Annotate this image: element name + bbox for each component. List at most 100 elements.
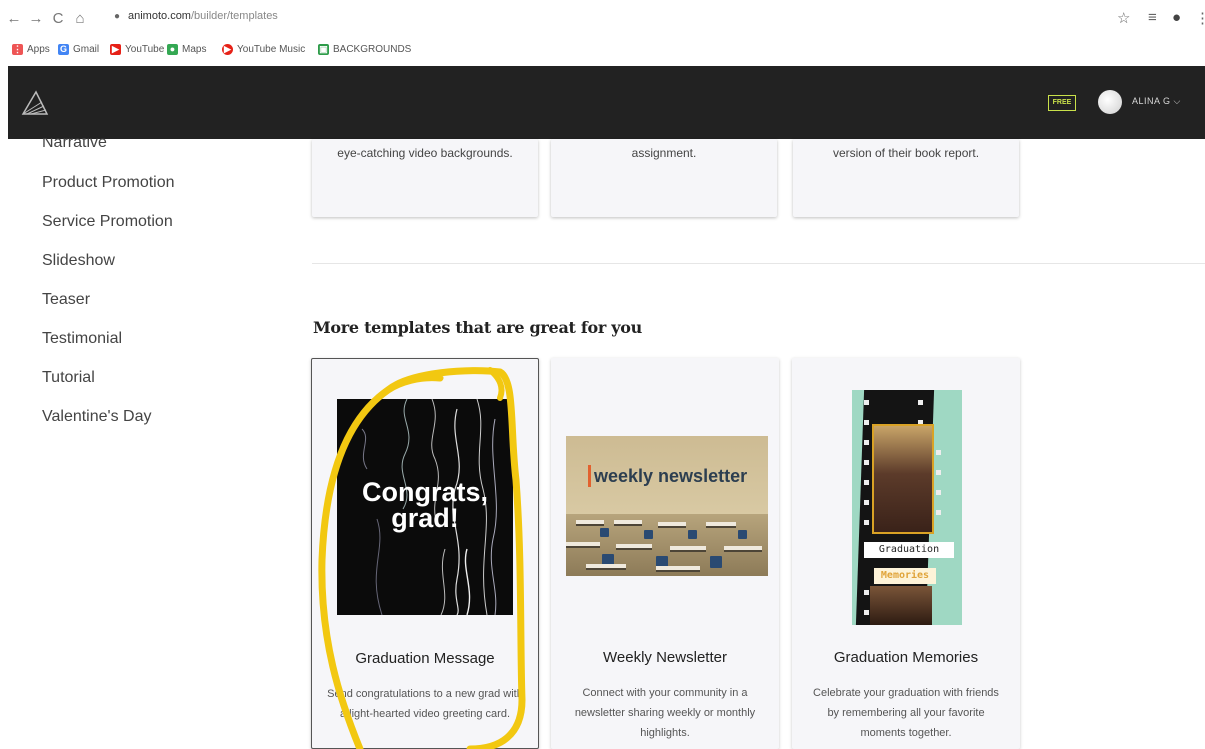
- maps-pin-icon: ●: [167, 44, 178, 55]
- menu-dots-icon[interactable]: ⋮: [1195, 9, 1205, 27]
- desk: [586, 564, 626, 570]
- bookmark-label: YouTube Music: [237, 44, 306, 55]
- bookmark-label: Apps: [27, 44, 50, 55]
- desk: [614, 520, 642, 526]
- desk: [706, 522, 736, 528]
- graduate-photo: [870, 586, 932, 625]
- sprocket: [864, 440, 869, 445]
- chair: [738, 530, 747, 539]
- back-arrow-icon[interactable]: ←: [4, 9, 24, 29]
- bookmark-gmail[interactable]: G Gmail: [58, 44, 99, 55]
- chevron-down-icon: ⌵: [1173, 96, 1181, 106]
- sprocket: [864, 590, 869, 595]
- youtube-music-icon: ▶: [222, 44, 233, 55]
- desk: [724, 546, 762, 552]
- desk: [670, 546, 706, 552]
- template-description: Send congratulations to a new grad with …: [327, 688, 523, 720]
- desk: [616, 544, 652, 550]
- bookmark-apps[interactable]: ⋮ Apps: [12, 44, 50, 55]
- user-menu[interactable]: ALINA G ⌵: [1132, 96, 1181, 107]
- image-icon: ▣: [318, 44, 329, 55]
- url-path: /builder/templates: [190, 10, 278, 22]
- sprocket: [936, 450, 941, 455]
- sprocket: [936, 510, 941, 515]
- template-description: Connect with your community in a newslet…: [574, 687, 756, 739]
- sprocket: [864, 480, 869, 485]
- thumbnail-caption: Graduation: [864, 542, 954, 558]
- accent-bar: [588, 465, 591, 487]
- avatar[interactable]: [1098, 90, 1122, 114]
- site-header: FREE ALINA G ⌵: [8, 66, 1205, 139]
- template-card-weekly-newsletter[interactable]: weekly newsletter Weekly Newsletter Conn…: [551, 358, 779, 749]
- sidebar-item-service-promotion[interactable]: Service Promotion: [42, 213, 173, 231]
- sidebar-item-tutorial[interactable]: Tutorial: [42, 369, 95, 387]
- bookmarks-bar: ⋮ Apps G Gmail ▶ YouTube ● Maps ▶ YouTube Mus…: [0, 38, 1205, 66]
- free-plan-badge[interactable]: FREE: [1048, 95, 1076, 111]
- sprocket: [864, 420, 869, 425]
- desk: [656, 566, 700, 572]
- template-title: Graduation Message: [355, 650, 495, 667]
- bookmark-backgrounds[interactable]: ▣ BACKGROUNDS: [318, 44, 411, 55]
- animoto-logo-icon[interactable]: [20, 88, 50, 118]
- sprocket: [864, 400, 869, 405]
- template-thumbnail: weekly newsletter: [566, 436, 768, 576]
- thumbnail-caption: Memories: [874, 568, 936, 584]
- bookmark-label: Gmail: [73, 44, 100, 55]
- home-icon[interactable]: ⌂: [70, 9, 90, 29]
- template-card-description: eye-catching video backgrounds.: [337, 146, 513, 160]
- google-icon: G: [58, 44, 69, 55]
- thumbnail-caption: Congrats, grad!: [361, 477, 488, 533]
- lock-icon: ●: [114, 11, 121, 22]
- template-thumbnail: Graduation Memories: [852, 390, 962, 625]
- url-field[interactable]: animoto.com/builder/templates: [128, 10, 278, 22]
- sidebar-item-slideshow[interactable]: Slideshow: [42, 252, 115, 270]
- template-thumbnail: Congrats, grad!: [337, 399, 513, 615]
- template-card-graduation-message[interactable]: Congrats, grad! Graduation Message Send c…: [311, 358, 539, 749]
- template-card-partial[interactable]: version of their book report.: [793, 139, 1019, 217]
- url-host: animoto.com: [128, 10, 191, 22]
- chair: [688, 530, 697, 539]
- star-icon[interactable]: ☆: [1117, 9, 1130, 27]
- desk: [658, 522, 686, 528]
- template-card-description: assignment.: [631, 146, 697, 160]
- sprocket: [864, 460, 869, 465]
- chair: [600, 528, 609, 537]
- bookmark-youtube-music[interactable]: ▶ YouTube Music: [222, 44, 305, 55]
- bookmark-youtube[interactable]: ▶ YouTube: [110, 44, 164, 55]
- sidebar-item-product-promotion[interactable]: Product Promotion: [42, 174, 175, 192]
- bookmark-label: Maps: [182, 44, 207, 55]
- section-title: More templates that are great for you: [313, 318, 642, 337]
- apps-grid-icon: ⋮: [12, 44, 23, 55]
- template-card-graduation-memories[interactable]: Graduation Memories Graduation Memories …: [792, 358, 1020, 749]
- template-card-description: version of their book report.: [832, 146, 980, 160]
- graduate-photo: [872, 424, 934, 534]
- browser-address-bar: ← → C ⌂ ● animoto.com/builder/templates …: [0, 0, 1205, 38]
- sprocket: [864, 520, 869, 525]
- chair: [644, 530, 653, 539]
- bookmark-label: YouTube: [125, 44, 165, 55]
- reading-list-icon[interactable]: ≡: [1148, 9, 1157, 26]
- profile-icon[interactable]: ●: [1172, 9, 1181, 26]
- chair: [710, 556, 722, 568]
- bookmark-label: BACKGROUNDS: [333, 44, 412, 55]
- bookmark-maps[interactable]: ● Maps: [167, 44, 206, 55]
- sprocket: [936, 470, 941, 475]
- sidebar-item-valentines-day[interactable]: Valentine's Day: [42, 408, 151, 426]
- sidebar-item-teaser[interactable]: Teaser: [42, 291, 90, 309]
- template-card-partial[interactable]: assignment.: [551, 139, 777, 217]
- reload-icon[interactable]: C: [48, 9, 68, 29]
- desk: [566, 542, 600, 548]
- sprocket: [936, 490, 941, 495]
- sprocket: [864, 500, 869, 505]
- sprocket: [918, 400, 923, 405]
- thumbnail-caption: weekly newsletter: [594, 466, 748, 486]
- section-divider: [312, 263, 1205, 264]
- desk: [576, 520, 604, 526]
- sidebar-item-testimonial[interactable]: Testimonial: [42, 330, 122, 348]
- youtube-icon: ▶: [110, 44, 121, 55]
- template-card-partial[interactable]: eye-catching video backgrounds.: [312, 139, 538, 217]
- template-title: Graduation Memories: [833, 649, 979, 666]
- template-description: Celebrate your graduation with friends b…: [813, 687, 999, 739]
- forward-arrow-icon[interactable]: →: [26, 9, 46, 29]
- template-title: Weekly Newsletter: [603, 649, 727, 666]
